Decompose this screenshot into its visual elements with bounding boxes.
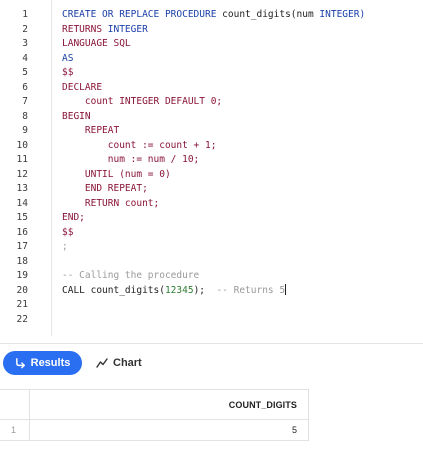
code-token: RETURN count; [62, 197, 160, 209]
line-number: 7 [22, 96, 28, 107]
code-token: LANGUAGE SQL [62, 38, 131, 49]
code-token: -- Calling the procedure [62, 270, 200, 281]
line-number: 4 [22, 52, 28, 64]
code-token: CALL count_digits( [62, 284, 165, 296]
line-number: 12 [16, 168, 28, 180]
line-number: 16 [16, 226, 28, 238]
code-token: count INTEGER DEFAULT 0; [62, 96, 223, 107]
line-number: 14 [16, 197, 28, 209]
code-line: count := count + 1; [62, 139, 217, 154]
code-line: num := num / 10; [62, 153, 200, 168]
line-number: 8 [22, 110, 28, 122]
line-number: 15 [16, 212, 28, 223]
code-line: DECLARE [62, 81, 102, 96]
code-line: CREATE OR REPLACE PROCEDURE count_digits… [62, 8, 365, 23]
code-token: UNTIL (num = 0) [62, 168, 171, 180]
code-token: DECLARE [62, 81, 103, 93]
code-line: RETURN count; [62, 197, 159, 212]
line-number: 2 [22, 23, 28, 35]
line-number: 9 [22, 125, 28, 136]
code-token: num := num / 10; [62, 154, 200, 165]
code-line: END; [62, 211, 85, 226]
tab-chart-label: Chart [113, 357, 142, 369]
line-number: 22 [16, 313, 28, 325]
code-line: $$ [62, 66, 73, 81]
text-cursor [285, 283, 287, 295]
code-token: -- Returns 5 [216, 284, 286, 296]
code-line: BEGIN [62, 110, 91, 125]
line-number: 5 [22, 67, 28, 78]
line-number: 11 [16, 154, 28, 165]
tab-chart[interactable]: Chart [96, 351, 142, 375]
table-cell[interactable]: 5 [30, 419, 309, 441]
code-line: AS [62, 52, 73, 67]
result-tabs: Results Chart [0, 350, 423, 378]
line-number: 19 [16, 270, 28, 281]
code-token: AS [62, 52, 74, 64]
code-token: CREATE OR REPLACE PROCEDURE [62, 9, 217, 20]
code-line: CALL count_digits(12345); -- Returns 5 [62, 283, 287, 299]
line-number: 3 [22, 38, 28, 49]
code-line: UNTIL (num = 0) [62, 168, 171, 183]
line-number: 6 [22, 81, 28, 93]
code-token: RETURNS [62, 23, 108, 35]
line-number: 20 [16, 284, 28, 296]
line-number-gutter: 1 2 3 4 5 6 7 8 9 10 11 12 13 14 15 16 17 18 19 20 21 22 [0, 0, 52, 336]
row-number-header [0, 390, 30, 420]
code-token: REPEAT [62, 125, 120, 136]
code-token: END; [62, 212, 85, 223]
code-token: count_digits( [216, 9, 297, 20]
tab-results-label: Results [30, 357, 71, 369]
code-line: REPEAT [62, 124, 119, 139]
code-token: 12345 [164, 284, 194, 296]
code-line: RETURNS INTEGER [62, 23, 148, 38]
code-token: $$ [62, 67, 74, 78]
results-grid: COUNT_DIGITS 1 5 [0, 389, 309, 441]
line-number: 21 [16, 299, 28, 310]
line-chart-icon [96, 358, 108, 368]
code-token: ); [193, 284, 217, 296]
code-token: END REPEAT; [62, 183, 148, 194]
sql-editor[interactable]: 1 2 3 4 5 6 7 8 9 10 11 12 13 14 15 16 17 18 19 20 21 22 CREA… [0, 0, 423, 336]
code-token: INTEGER) [313, 9, 366, 20]
code-token: count := count + 1; [62, 139, 217, 151]
code-line: END REPEAT; [62, 182, 148, 197]
code-token: $$ [62, 226, 74, 238]
code-token: INTEGER [107, 23, 148, 35]
line-number: 18 [16, 255, 28, 267]
code-line: ; [62, 240, 68, 255]
row-number: 1 [0, 419, 30, 441]
column-header-count-digits[interactable]: COUNT_DIGITS [30, 390, 309, 420]
code-line: LANGUAGE SQL [62, 37, 131, 52]
code-token: ; [62, 241, 68, 252]
grid-header-row: COUNT_DIGITS [0, 389, 309, 420]
line-number: 17 [16, 241, 28, 252]
code-line: count INTEGER DEFAULT 0; [62, 95, 222, 110]
code-line: $$ [62, 226, 73, 241]
line-number: 10 [16, 139, 28, 151]
code-token: num [296, 9, 314, 20]
code-token: BEGIN [62, 110, 91, 122]
code-line: -- Calling the procedure [62, 269, 199, 284]
panel-splitter[interactable] [0, 343, 423, 344]
line-number: 13 [16, 183, 28, 194]
line-number: 1 [22, 9, 28, 20]
return-arrow-icon [15, 357, 26, 369]
tab-results[interactable]: Results [3, 351, 82, 375]
